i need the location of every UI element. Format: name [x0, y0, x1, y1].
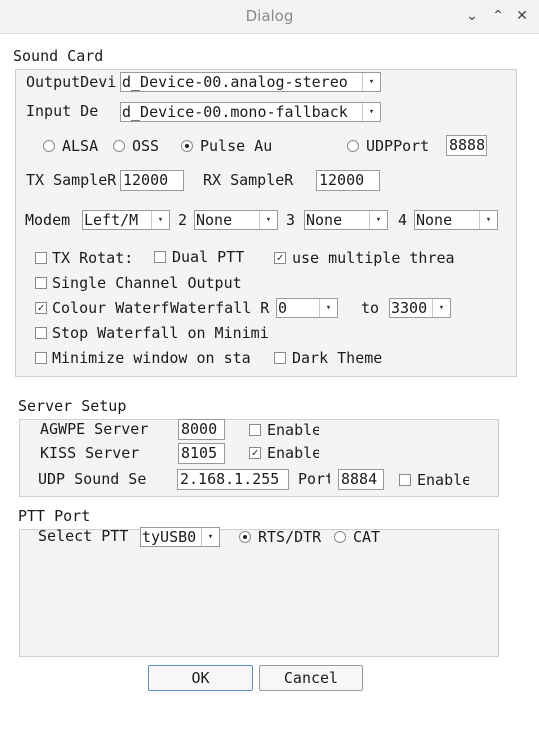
- udp-sound-label: UDP Sound Se: [38, 470, 147, 488]
- multi-thread-label: use multiple threa: [292, 249, 455, 267]
- modem3-value: None: [306, 211, 343, 229]
- oss-radio[interactable]: [113, 140, 125, 152]
- single-channel-label: Single Channel Output: [52, 274, 242, 292]
- ptt-port-frame: [19, 529, 499, 657]
- select-ptt-label: Select PTT: [38, 527, 129, 545]
- modem2-select[interactable]: None ▾: [194, 210, 278, 230]
- kiss-label: KISS Server: [40, 444, 140, 462]
- maximize-icon[interactable]: ⌃: [488, 6, 508, 26]
- waterfall-range-label: Waterfall R: [170, 299, 270, 317]
- output-device-value: d_Device-00.analog-stereo: [122, 73, 348, 91]
- tx-rate-input[interactable]: 12000: [120, 170, 184, 191]
- udp-port-input[interactable]: 8888: [446, 135, 487, 156]
- waterfall-from-value: 0: [278, 299, 288, 317]
- tx-rotate-label: TX Rotat:: [52, 249, 134, 267]
- udp-radio[interactable]: [347, 140, 359, 152]
- modem2-label: 2: [178, 211, 188, 229]
- single-channel-checkbox[interactable]: [35, 277, 47, 289]
- modem3-label: 3: [286, 211, 296, 229]
- chevron-down-icon: ▾: [369, 211, 387, 229]
- cancel-button[interactable]: Cancel: [259, 665, 363, 691]
- oss-label: OSS: [132, 137, 160, 155]
- waterfall-from-select[interactable]: 0 ▾: [276, 298, 338, 318]
- input-device-select[interactable]: d_Device-00.mono-fallback ▾: [120, 102, 381, 122]
- dual-ptt-label: Dual PTT: [172, 248, 244, 266]
- waterfall-to-label: to: [361, 299, 380, 317]
- alsa-label: ALSA: [62, 137, 99, 155]
- chevron-down-icon: ▾: [151, 211, 169, 229]
- kiss-enable-label: Enable: [267, 444, 319, 462]
- stop-waterfall-label: Stop Waterfall on Minimi: [52, 324, 269, 342]
- kiss-port-input[interactable]: 8105: [178, 443, 225, 464]
- input-device-label: Input De: [26, 102, 99, 120]
- alsa-radio[interactable]: [43, 140, 55, 152]
- rts-dtr-label: RTS/DTR: [258, 528, 322, 546]
- modem4-select[interactable]: None ▾: [414, 210, 498, 230]
- sound-card-heading: Sound Card: [13, 47, 104, 65]
- modem1-select[interactable]: Left/M ▾: [82, 210, 170, 230]
- agwpe-port-input[interactable]: 8000: [178, 419, 225, 440]
- agwpe-enable-label: Enable: [267, 421, 319, 439]
- minimize-icon[interactable]: ⌄: [462, 6, 482, 26]
- colour-waterfall-label: Colour Waterf: [52, 299, 169, 317]
- modem3-select[interactable]: None ▾: [304, 210, 388, 230]
- kiss-enable-checkbox[interactable]: ✓: [249, 447, 261, 459]
- ptt-port-value: tyUSB0: [142, 528, 197, 546]
- server-setup-heading: Server Setup: [18, 397, 127, 415]
- input-device-value: d_Device-00.mono-fallback: [122, 103, 348, 121]
- pulse-label: Pulse Au: [200, 137, 273, 155]
- dark-theme-label: Dark Theme: [292, 349, 383, 367]
- ptt-port-heading: PTT Port: [18, 507, 91, 525]
- modem-label: Modem: [25, 211, 71, 229]
- pulse-radio[interactable]: [181, 140, 193, 152]
- agwpe-enable-checkbox[interactable]: [249, 424, 261, 436]
- output-device-label: OutputDevi: [26, 73, 117, 91]
- multi-thread-checkbox[interactable]: ✓: [274, 252, 286, 264]
- close-icon[interactable]: ✕: [512, 6, 532, 26]
- udp-label: UDPPort: [366, 137, 430, 155]
- chevron-down-icon: ▾: [362, 73, 380, 91]
- tx-rotate-checkbox[interactable]: [35, 252, 47, 264]
- chevron-down-icon: ▾: [259, 211, 277, 229]
- output-device-select[interactable]: d_Device-00.analog-stereo ▾: [120, 72, 381, 92]
- ptt-port-select[interactable]: tyUSB0 ▾: [140, 527, 220, 547]
- chevron-down-icon: ▾: [201, 528, 219, 546]
- cat-radio[interactable]: [334, 531, 346, 543]
- waterfall-to-value: 3300: [391, 299, 428, 317]
- chevron-down-icon: ▾: [362, 103, 380, 121]
- chevron-down-icon: ▾: [432, 299, 450, 317]
- minimize-start-label: Minimize window on sta: [52, 349, 251, 367]
- udp-enable-checkbox[interactable]: [399, 474, 411, 486]
- modem2-value: None: [196, 211, 233, 229]
- modem4-label: 4: [398, 211, 408, 229]
- stop-waterfall-checkbox[interactable]: [35, 327, 47, 339]
- minimize-start-checkbox[interactable]: [35, 352, 47, 364]
- udp-port-label: Port: [298, 470, 330, 488]
- window-title: Dialog: [245, 7, 294, 25]
- chevron-down-icon: ▾: [479, 211, 497, 229]
- ok-button[interactable]: OK: [148, 665, 253, 691]
- chevron-down-icon: ▾: [319, 299, 337, 317]
- modem1-value: Left/M: [84, 211, 139, 229]
- rx-rate-label: RX SampleR: [203, 171, 294, 189]
- waterfall-to-select[interactable]: 3300 ▾: [389, 298, 451, 318]
- dual-ptt-checkbox[interactable]: [154, 251, 166, 263]
- tx-rate-label: TX SampleR: [26, 171, 117, 189]
- rx-rate-input[interactable]: 12000: [316, 170, 380, 191]
- colour-waterfall-checkbox[interactable]: ✓: [35, 302, 47, 314]
- dark-theme-checkbox[interactable]: [274, 352, 286, 364]
- cat-label: CAT: [353, 528, 381, 546]
- rts-dtr-radio[interactable]: [239, 531, 251, 543]
- agwpe-label: AGWPE Server: [40, 420, 149, 438]
- modem4-value: None: [416, 211, 453, 229]
- udp-host-input[interactable]: 2.168.1.255: [177, 469, 289, 490]
- udp-enable-label: Enable: [417, 471, 469, 489]
- udp-port-server-input[interactable]: 8884: [338, 469, 384, 490]
